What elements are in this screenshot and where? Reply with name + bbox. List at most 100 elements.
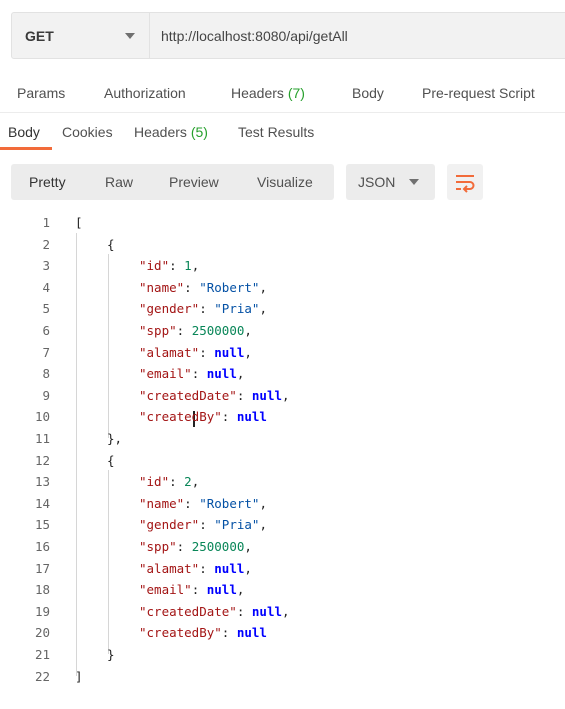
code-text: "alamat": null,: [139, 558, 252, 579]
url-input[interactable]: http://localhost:8080/api/getAll: [150, 13, 348, 58]
json-null: null: [206, 366, 237, 382]
response-tab-headers[interactable]: Headers (5): [134, 124, 208, 140]
code-line: 22]: [0, 666, 565, 687]
chevron-down-icon: [409, 179, 419, 185]
json-punctuation: :: [221, 625, 237, 641]
tab-body[interactable]: Body: [352, 85, 384, 101]
method-select[interactable]: GET: [12, 13, 150, 58]
json-number: 1: [184, 258, 192, 274]
tab-params[interactable]: Params: [17, 85, 65, 101]
code-line: 17 "alamat": null,: [0, 558, 565, 579]
code-text: "id": 1,: [139, 255, 199, 276]
json-key: "spp": [139, 539, 177, 554]
line-number: 14: [34, 495, 50, 511]
json-punctuation: :: [236, 387, 252, 403]
wrap-lines-button[interactable]: [447, 164, 483, 200]
method-label: GET: [25, 27, 54, 44]
tab-authorization[interactable]: Authorization: [104, 85, 186, 101]
headers-count-badge: (7): [287, 85, 305, 101]
response-tab-cookies[interactable]: Cookies: [62, 124, 113, 140]
line-number: 4: [42, 279, 50, 295]
json-key: "name": [139, 495, 185, 511]
code-line: 16 "spp": 2500000,: [0, 536, 565, 557]
code-text: "spp": 2500000,: [139, 320, 252, 341]
json-key: "gender": [139, 301, 200, 317]
format-select[interactable]: JSON: [346, 164, 435, 200]
json-punctuation: ,: [259, 279, 267, 295]
line-number: 9: [42, 387, 50, 403]
json-punctuation: {: [107, 236, 115, 252]
tab-pre-request-script[interactable]: Pre-request Script: [422, 85, 535, 101]
code-text: "name": "Robert",: [139, 277, 267, 298]
code-text: "createdDate": null,: [139, 601, 290, 622]
code-line: 14 "name": "Robert",: [0, 493, 565, 514]
request-tabs: Params Authorization Headers (7) Body Pr…: [0, 76, 565, 113]
code-line: 19 "createdDate": null,: [0, 601, 565, 622]
tab-headers-label: Headers: [231, 85, 284, 101]
json-null: null: [214, 344, 245, 360]
view-pretty-button[interactable]: Pretty: [29, 174, 66, 190]
json-key: "alamat": [139, 344, 200, 360]
code-line: 10 "createdBy": null: [0, 406, 565, 427]
response-tab-test-results[interactable]: Test Results: [238, 124, 314, 140]
json-key: "spp": [139, 323, 177, 338]
json-punctuation: :: [184, 279, 200, 295]
code-line: 12 {: [0, 450, 565, 471]
json-key: "id": [139, 258, 170, 274]
line-number: 22: [34, 668, 50, 684]
line-number: 16: [34, 539, 50, 554]
response-headers-count-badge: (5): [190, 124, 208, 140]
code-text: "alamat": null,: [139, 342, 252, 363]
line-number: 10: [34, 409, 50, 425]
response-tab-body[interactable]: Body: [8, 124, 40, 140]
line-number: 8: [42, 366, 50, 382]
line-number: 11: [34, 431, 50, 446]
json-punctuation: }: [107, 647, 115, 662]
code-text: "gender": "Pria",: [139, 298, 267, 319]
json-punctuation: :: [221, 409, 237, 425]
json-string: "Pria": [214, 301, 260, 317]
response-tabs: Body Cookies Headers (5) Test Results: [0, 113, 565, 151]
active-tab-indicator: [0, 147, 52, 150]
json-null: null: [214, 560, 245, 576]
json-punctuation: [: [75, 215, 83, 230]
json-punctuation: ,: [244, 344, 252, 360]
wrap-lines-icon: [456, 175, 475, 193]
code-text: "name": "Robert",: [139, 493, 267, 514]
json-key: "alamat": [139, 560, 200, 576]
json-punctuation: ,: [259, 301, 267, 317]
json-punctuation: ,: [282, 387, 290, 403]
json-null: null: [236, 625, 267, 641]
line-number: 6: [42, 323, 50, 338]
request-url-bar: GET http://localhost:8080/api/getAll: [11, 12, 565, 59]
view-raw-button[interactable]: Raw: [105, 174, 133, 190]
json-punctuation: ,: [244, 323, 252, 338]
json-punctuation: ,: [244, 539, 252, 554]
view-visualize-button[interactable]: Visualize: [257, 174, 313, 190]
json-punctuation: :: [199, 301, 215, 317]
json-null: null: [206, 582, 237, 598]
code-text: "gender": "Pria",: [139, 514, 267, 535]
code-line: 5 "gender": "Pria",: [0, 298, 565, 319]
code-text: }: [107, 644, 115, 665]
json-string: "Pria": [214, 517, 260, 533]
json-number: 2500000: [191, 539, 245, 554]
tab-headers[interactable]: Headers (7): [231, 85, 305, 101]
json-string: "Robert": [199, 495, 260, 511]
code-text: {: [107, 450, 115, 471]
code-line: 1[: [0, 212, 565, 233]
code-line: 8 "email": null,: [0, 363, 565, 384]
json-null: null: [251, 603, 283, 619]
json-punctuation: :: [176, 539, 192, 554]
code-text: "id": 2,: [139, 471, 199, 492]
code-text: {: [107, 234, 115, 255]
view-preview-button[interactable]: Preview: [169, 174, 219, 190]
json-punctuation: ,: [259, 495, 267, 511]
code-line: 7 "alamat": null,: [0, 342, 565, 363]
json-punctuation: ,: [236, 366, 245, 382]
code-line: 11},: [0, 428, 565, 449]
code-text: },: [107, 428, 122, 449]
json-punctuation: :: [176, 323, 192, 338]
response-body-editor[interactable]: 1[2{3 "id": 1, 4 "name": "Robert", 5 "gender"…: [0, 211, 565, 691]
json-punctuation: :: [191, 366, 207, 382]
